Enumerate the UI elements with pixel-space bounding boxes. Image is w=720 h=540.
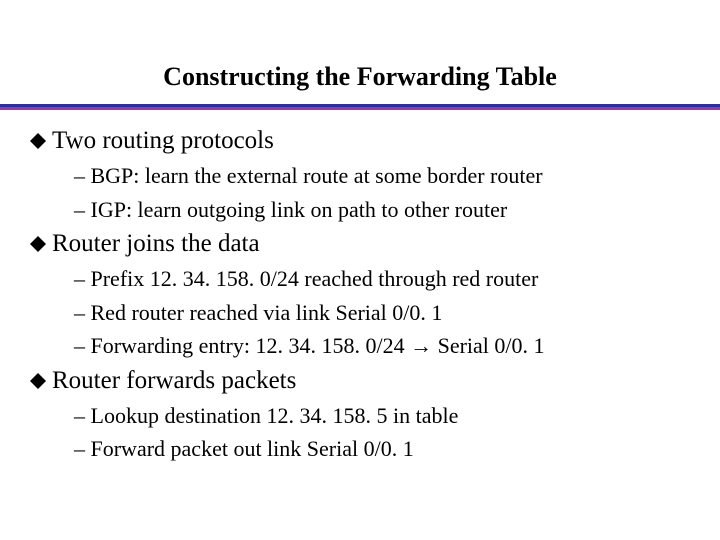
- sub-item: – Forwarding entry: 12. 34. 158. 0/24 → …: [74, 332, 680, 360]
- bullet-main: Router forwards packets: [30, 366, 690, 396]
- sub-item: – Forward packet out link Serial 0/0. 1: [74, 435, 680, 463]
- bullet-main: Two routing protocols: [30, 126, 690, 156]
- content-area: Two routing protocols – BGP: learn the e…: [0, 110, 720, 463]
- divider-line-purple: [0, 107, 720, 110]
- sub-list: – Lookup destination 12. 34. 158. 5 in t…: [30, 402, 690, 463]
- bullet-heading: Router joins the data: [52, 229, 260, 259]
- bullet-heading: Router forwards packets: [52, 366, 296, 396]
- slide-title: Constructing the Forwarding Table: [0, 62, 720, 92]
- sub-item: – Lookup destination 12. 34. 158. 5 in t…: [74, 402, 680, 430]
- sub-item: – Red router reached via link Serial 0/0…: [74, 299, 680, 327]
- sub-item: – Prefix 12. 34. 158. 0/24 reached throu…: [74, 265, 680, 293]
- diamond-bullet-icon: [30, 373, 46, 389]
- bullet-main: Router joins the data: [30, 229, 690, 259]
- diamond-bullet-icon: [30, 133, 46, 149]
- sub-list: – Prefix 12. 34. 158. 0/24 reached throu…: [30, 265, 690, 360]
- sub-item: – IGP: learn outgoing link on path to ot…: [74, 196, 680, 224]
- slide: Constructing the Forwarding Table Two ro…: [0, 0, 720, 540]
- sub-item: – BGP: learn the external route at some …: [74, 162, 680, 190]
- bullet-heading: Two routing protocols: [52, 126, 274, 156]
- diamond-bullet-icon: [30, 236, 46, 252]
- sub-list: – BGP: learn the external route at some …: [30, 162, 690, 223]
- title-wrap: Constructing the Forwarding Table: [0, 0, 720, 100]
- title-divider: [0, 104, 720, 110]
